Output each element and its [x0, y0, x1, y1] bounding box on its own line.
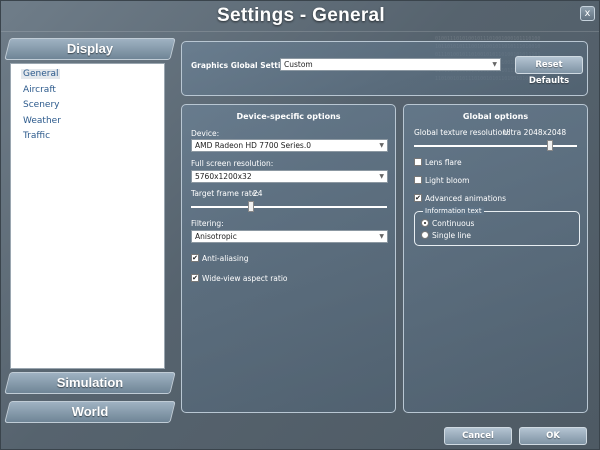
- sidebar-item-traffic[interactable]: Traffic: [11, 129, 164, 145]
- antialiasing-label: Anti-aliasing: [202, 254, 249, 263]
- sidebar-item-aircraft[interactable]: Aircraft: [11, 83, 164, 99]
- global-options-title: Global options: [462, 112, 529, 121]
- filtering-select[interactable]: Anisotropic ▼: [191, 230, 388, 243]
- cancel-button[interactable]: Cancel: [444, 427, 512, 445]
- global-settings-select[interactable]: Custom ▼: [280, 58, 501, 71]
- information-text-legend: Information text: [423, 207, 484, 215]
- title-divider: [1, 31, 599, 32]
- global-options-panel: Global options Global texture resolution…: [403, 104, 588, 413]
- ok-button[interactable]: OK: [519, 427, 587, 445]
- global-settings-value: Custom: [284, 60, 313, 69]
- device-select[interactable]: AMD Radeon HD 7700 Series.0 ▼: [191, 139, 388, 152]
- info-continuous-option[interactable]: Continuous: [421, 219, 474, 229]
- chevron-down-icon: ▼: [379, 173, 384, 180]
- sidebar-list: General Aircraft Scenery Weather Traffic: [10, 63, 165, 369]
- info-single-option[interactable]: Single line: [421, 231, 471, 241]
- info-single-label: Single line: [432, 231, 471, 240]
- sidebar-item-label: Weather: [23, 115, 61, 126]
- global-settings-panel: Graphics Global Settings: Custom ▼ Reset…: [181, 41, 588, 96]
- widescreen-checkbox[interactable]: ✔: [191, 274, 199, 282]
- light-bloom-checkbox[interactable]: [414, 176, 422, 184]
- device-options-panel: Device-specific options Device: AMD Rade…: [181, 104, 396, 413]
- advanced-animations-label: Advanced animations: [425, 194, 507, 203]
- advanced-animations-option[interactable]: ✔ Advanced animations: [414, 194, 506, 204]
- sidebar-item-general[interactable]: General: [11, 67, 164, 83]
- sidebar-item-weather[interactable]: Weather: [11, 114, 164, 130]
- lens-flare-checkbox[interactable]: [414, 158, 422, 166]
- texture-value: Ultra 2048x2048: [503, 128, 567, 137]
- chevron-down-icon: ▼: [379, 233, 384, 240]
- texture-slider-thumb[interactable]: [547, 140, 554, 151]
- category-simulation[interactable]: Simulation: [4, 372, 176, 394]
- lens-flare-label: Lens flare: [425, 158, 462, 167]
- category-world-label: World: [71, 404, 109, 419]
- filtering-label: Filtering:: [191, 219, 224, 228]
- texture-slider[interactable]: [414, 140, 577, 151]
- advanced-animations-checkbox[interactable]: ✔: [414, 194, 422, 202]
- settings-window: 01001110101001011101001000101110100 1011…: [0, 0, 600, 450]
- title-bar: Settings - General x: [1, 1, 599, 31]
- window-title: Settings - General: [217, 5, 385, 26]
- chevron-down-icon: ▼: [379, 142, 384, 149]
- reset-defaults-button[interactable]: Reset Defaults: [515, 56, 583, 86]
- sidebar-item-scenery[interactable]: Scenery: [11, 98, 164, 114]
- resolution-label: Full screen resolution:: [191, 159, 274, 168]
- info-continuous-label: Continuous: [432, 219, 475, 228]
- category-display[interactable]: Display: [4, 38, 176, 60]
- light-bloom-option[interactable]: Light bloom: [414, 176, 469, 186]
- close-button[interactable]: x: [580, 6, 595, 21]
- texture-label: Global texture resolution:: [414, 128, 510, 137]
- widescreen-label: Wide-view aspect ratio: [202, 274, 288, 283]
- category-simulation-label: Simulation: [56, 375, 124, 390]
- device-options-title: Device-specific options: [236, 112, 341, 121]
- light-bloom-label: Light bloom: [425, 176, 470, 185]
- info-continuous-radio[interactable]: [421, 219, 429, 227]
- framerate-value: 24: [253, 189, 263, 198]
- sidebar-item-label: Scenery: [23, 100, 60, 110]
- sidebar-item-label: Aircraft: [23, 84, 56, 95]
- lens-flare-option[interactable]: Lens flare: [414, 158, 462, 168]
- antialiasing-checkbox[interactable]: ✔: [191, 254, 199, 262]
- resolution-value: 5760x1200x32: [195, 172, 252, 181]
- information-text-group: Information text Continuous Single line: [414, 207, 580, 246]
- framerate-label: Target frame rate:: [191, 189, 259, 198]
- framerate-slider-thumb[interactable]: [248, 201, 254, 212]
- sidebar-item-label: Traffic: [23, 131, 51, 141]
- sidebar-item-label: General: [21, 69, 61, 79]
- widescreen-option[interactable]: ✔ Wide-view aspect ratio: [191, 274, 288, 284]
- device-label: Device:: [191, 129, 220, 138]
- filtering-value: Anisotropic: [195, 232, 237, 241]
- category-display-label: Display: [66, 41, 114, 56]
- resolution-select[interactable]: 5760x1200x32 ▼: [191, 170, 388, 183]
- antialiasing-option[interactable]: ✔ Anti-aliasing: [191, 254, 248, 264]
- footer-bar: Cancel OK: [1, 420, 599, 449]
- chevron-down-icon: ▼: [492, 61, 497, 68]
- framerate-slider[interactable]: [191, 201, 387, 212]
- device-value: AMD Radeon HD 7700 Series.0: [195, 141, 311, 150]
- info-single-radio[interactable]: [421, 231, 429, 239]
